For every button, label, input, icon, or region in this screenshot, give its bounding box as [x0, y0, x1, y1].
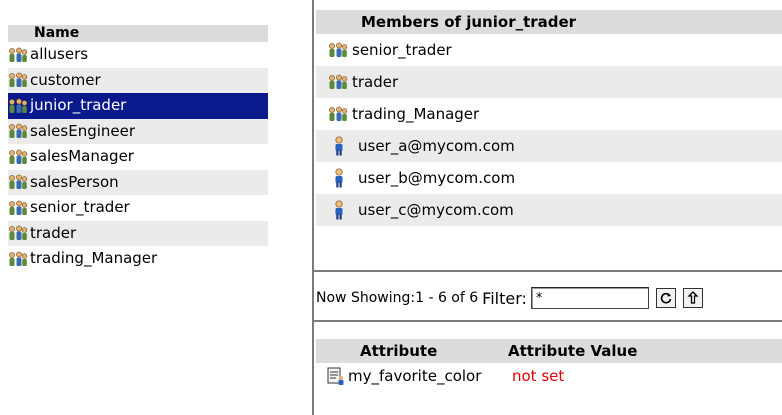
group-item-label: junior_trader	[30, 96, 127, 115]
filter-label: Filter:	[482, 288, 527, 308]
group-icon	[9, 149, 28, 164]
export-icon	[687, 291, 699, 304]
filter-input[interactable]	[530, 287, 649, 309]
user-icon	[335, 136, 343, 156]
status-bar: Now Showing:1 - 6 of 6 Filter:	[316, 286, 703, 310]
refresh-icon	[660, 292, 672, 304]
group-icon	[9, 174, 28, 190]
group-item-label: trader	[30, 223, 77, 242]
group-item-senior_trader[interactable]: senior_trader	[8, 195, 268, 221]
member-item-label: user_b@mycom.com	[358, 169, 516, 187]
name-column-header[interactable]: Name	[8, 25, 268, 42]
attribute-value: not set	[512, 367, 565, 385]
group-icon	[9, 225, 28, 241]
group-item-label: salesEngineer	[30, 121, 136, 140]
member-item[interactable]: senior_trader	[316, 34, 782, 66]
member-item[interactable]: user_c@mycom.com	[316, 194, 782, 226]
group-icon	[329, 106, 348, 121]
attributes-panel: Attribute Attribute Value my_favorite_co…	[316, 339, 782, 389]
group-icon	[9, 98, 28, 113]
group-item-salesEngineer[interactable]: salesEngineer	[8, 118, 268, 144]
user-icon	[335, 200, 343, 220]
member-item[interactable]: trading_Manager	[316, 98, 782, 130]
group-icon	[9, 200, 28, 215]
group-item-customer[interactable]: customer	[8, 67, 268, 93]
group-icon	[329, 74, 348, 89]
members-header: Members of junior_trader	[316, 10, 782, 34]
member-item-label: user_c@mycom.com	[358, 201, 514, 219]
group-item-label: salesPerson	[30, 172, 119, 191]
group-icon	[9, 47, 28, 62]
group-icon	[9, 123, 28, 139]
member-item-label: trader	[352, 73, 399, 91]
group-icon	[9, 251, 28, 266]
member-item-label: trading_Manager	[352, 105, 480, 123]
member-item[interactable]: user_b@mycom.com	[316, 162, 782, 194]
group-icon	[9, 72, 28, 88]
member-item[interactable]: trader	[316, 66, 782, 98]
members-panel-divider	[314, 270, 782, 272]
group-item-label: salesManager	[30, 147, 134, 166]
member-item-label: user_a@mycom.com	[358, 137, 515, 155]
member-item[interactable]: user_a@mycom.com	[316, 130, 782, 162]
group-icon	[329, 42, 348, 57]
attribute-row[interactable]: my_favorite_color not set	[316, 363, 782, 389]
attributes-header: Attribute Attribute Value	[316, 339, 782, 363]
members-panel: Members of junior_trader senior_tradertr…	[316, 10, 782, 226]
group-item-junior_trader[interactable]: junior_trader	[8, 93, 268, 119]
user-icon	[335, 168, 343, 188]
attribute-name: my_favorite_color	[348, 367, 482, 385]
member-item-label: senior_trader	[352, 41, 452, 59]
group-item-label: trading_Manager	[30, 249, 158, 268]
showing-count: Now Showing:1 - 6 of 6	[316, 290, 479, 306]
export-button[interactable]	[682, 288, 703, 308]
group-item-label: allusers	[30, 45, 89, 64]
vertical-splitter[interactable]	[312, 0, 314, 415]
refresh-button[interactable]	[655, 288, 676, 308]
attributes-panel-divider	[314, 320, 782, 322]
group-item-allusers[interactable]: allusers	[8, 42, 268, 68]
group-item-salesPerson[interactable]: salesPerson	[8, 169, 268, 195]
attribute-column-header[interactable]: Attribute	[316, 339, 508, 363]
group-item-trader[interactable]: trader	[8, 220, 268, 246]
group-item-label: senior_trader	[30, 198, 130, 217]
group-item-trading_Manager[interactable]: trading_Manager	[8, 246, 268, 272]
group-item-salesManager[interactable]: salesManager	[8, 144, 268, 170]
group-item-label: customer	[30, 70, 101, 89]
attribute-value-column-header[interactable]: Attribute Value	[508, 339, 637, 363]
group-list: Name allusers customer junior_trader salesE…	[8, 25, 268, 272]
attribute-icon	[327, 367, 344, 385]
